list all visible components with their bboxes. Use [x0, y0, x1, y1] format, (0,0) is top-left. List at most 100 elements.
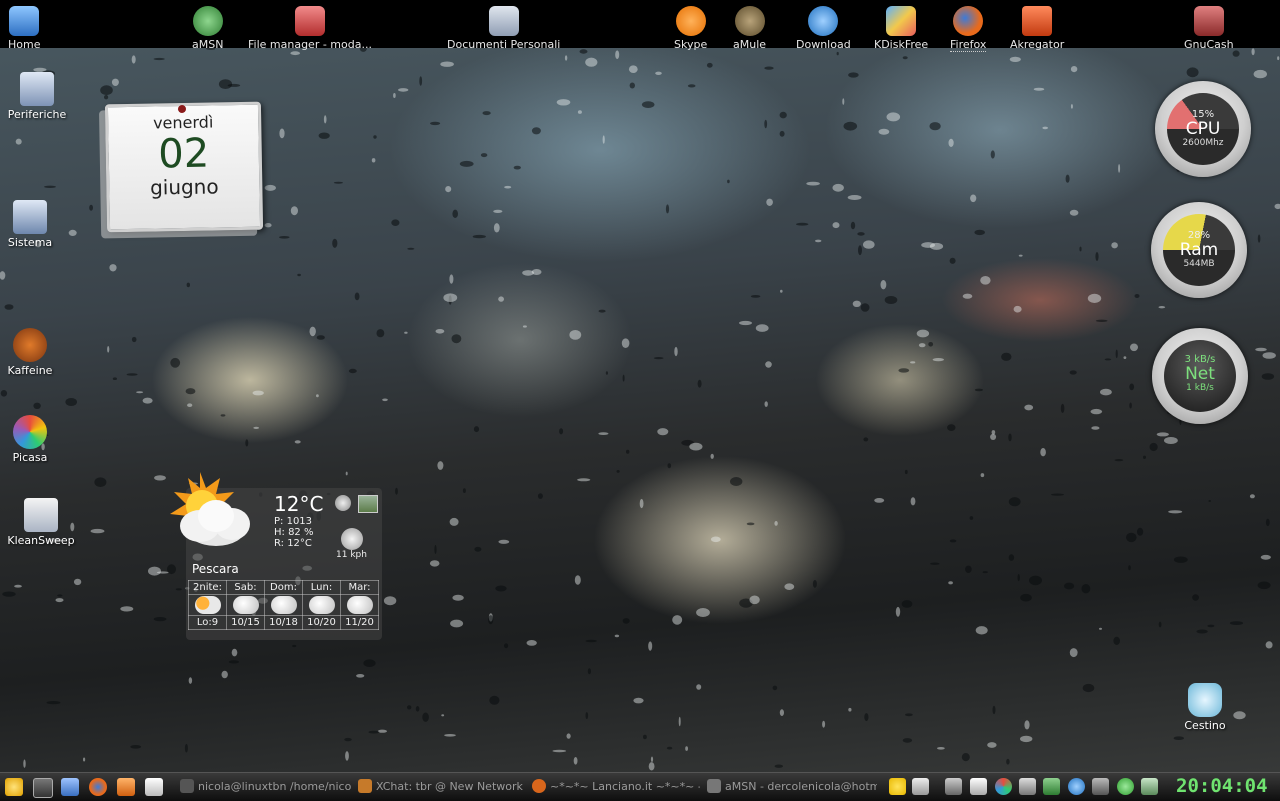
firefox-launcher-icon[interactable] [89, 778, 107, 796]
rain-drop [707, 63, 713, 68]
weather-temperature: 12°C [274, 492, 323, 516]
editor-launcher-icon[interactable] [145, 778, 163, 796]
gnucash-icon [1194, 6, 1224, 36]
skype-shortcut[interactable]: Skype [674, 6, 707, 51]
rain-drop [622, 338, 630, 348]
amule-shortcut[interactable]: aMule [733, 6, 766, 51]
amsn-icon [193, 6, 223, 36]
rain-drop [279, 236, 290, 239]
counter-tray-icon[interactable] [1092, 778, 1109, 795]
download-shortcut[interactable]: Download [796, 6, 851, 51]
gnucash-shortcut[interactable]: GnuCash [1184, 6, 1234, 51]
rain-drop [104, 95, 108, 99]
rain-drop [633, 698, 643, 704]
kdiskfree-icon [886, 6, 916, 36]
picasa-icon [13, 415, 47, 449]
rain-drop [993, 706, 996, 714]
rain-drop [452, 595, 463, 601]
clipboard-tray-icon[interactable] [912, 778, 929, 795]
rain-drop [857, 232, 864, 236]
rain-drop [228, 84, 241, 87]
network-tray-icon[interactable] [945, 778, 962, 795]
task-firefox[interactable]: ~*~*~ Lanciano.it ~*~*~ - I [532, 777, 700, 797]
home-shortcut[interactable]: Home [8, 6, 40, 51]
sistema-shortcut[interactable]: Sistema [0, 200, 65, 249]
akregator-shortcut[interactable]: Akregator [1010, 6, 1064, 51]
rain-drop [1164, 437, 1178, 444]
check-tray-icon[interactable] [1117, 778, 1134, 795]
smiley-tray-icon[interactable] [889, 778, 906, 795]
apps-tray-icon[interactable] [995, 778, 1012, 795]
update-tray-icon[interactable] [1043, 778, 1060, 795]
clock[interactable]: 20:04:04 [1176, 775, 1268, 797]
kdiskfree-shortcut[interactable]: KDiskFree [874, 6, 928, 51]
rain-drop [983, 571, 988, 573]
rain-drop [948, 581, 953, 584]
rain-drop [83, 758, 85, 762]
tools-tray-icon[interactable] [1019, 778, 1036, 795]
kaffeine-shortcut[interactable]: Kaffeine [0, 328, 65, 377]
rain-drop [1111, 242, 1118, 248]
rain-drop [1262, 373, 1274, 380]
partly-cloudy-icon [195, 596, 221, 614]
rain-drop [489, 696, 499, 705]
file-manager-shortcut[interactable]: File manager - moda... [248, 6, 372, 51]
amsn-shortcut[interactable]: aMSN [192, 6, 223, 51]
forecast-day: Lun: [303, 581, 341, 595]
picasa-shortcut[interactable]: Picasa [0, 415, 65, 464]
rain-drop [452, 210, 458, 218]
rain-drop [1233, 50, 1240, 56]
net-label: Net [1164, 365, 1236, 383]
rain-drop [440, 61, 454, 66]
task-xchat[interactable]: XChat: tbr @ New Network / [358, 777, 526, 797]
rain-drop [648, 641, 652, 650]
kleansweep-shortcut[interactable]: KleanSweep [6, 498, 76, 547]
rain-drop [16, 139, 22, 145]
firefox-icon [953, 6, 983, 36]
rain-drop [974, 230, 985, 235]
rain-drop [598, 432, 608, 435]
weather-humidity: H: 82 % [274, 527, 313, 538]
rain-drop [1174, 557, 1188, 563]
rain-drop [1261, 555, 1271, 560]
rain-drop [949, 139, 954, 147]
rain-drop [557, 99, 571, 105]
rain-drop [930, 563, 939, 565]
rain-drop [672, 615, 682, 625]
rain-drop [253, 391, 264, 396]
rain-drop [395, 488, 398, 495]
rain-drop [460, 161, 474, 167]
rain-drop [1118, 164, 1120, 173]
rain-drop [796, 223, 808, 226]
akregator-icon [1022, 6, 1052, 36]
rain-drop [47, 701, 61, 704]
rain-drop [574, 757, 578, 765]
rain-drop [780, 131, 785, 137]
rain-cloud-icon [271, 596, 297, 614]
rain-drop [1006, 759, 1009, 765]
rain-drop [113, 377, 117, 380]
rain-drop [120, 606, 133, 611]
rain-drop [1, 390, 7, 397]
rain-drop [1129, 403, 1132, 409]
terminal-launcher-icon[interactable] [33, 778, 53, 798]
rain-drop [483, 111, 491, 115]
map-icon[interactable] [358, 495, 378, 513]
rain-drop [1115, 459, 1124, 461]
documents-shortcut[interactable]: Documenti Personali [447, 6, 560, 51]
xchat-launcher-icon[interactable] [117, 778, 135, 796]
rain-drop [617, 470, 620, 473]
user-tray-icon[interactable] [1141, 778, 1158, 795]
file-manager-launcher-icon[interactable] [61, 778, 79, 796]
task-terminal[interactable]: nicola@linuxtbn /home/nicol [180, 777, 352, 797]
kmenu-star-icon[interactable] [5, 778, 23, 796]
firefox-shortcut[interactable]: Firefox [950, 6, 986, 51]
rain-drop [1082, 584, 1091, 593]
rain-drop [1096, 320, 1108, 322]
globe-tray-icon[interactable] [1068, 778, 1085, 795]
trash-shortcut[interactable]: Cestino [1170, 683, 1240, 732]
periferiche-shortcut[interactable]: Periferiche [2, 72, 72, 121]
xchat-tray-icon[interactable] [970, 778, 987, 795]
globe-icon[interactable] [335, 495, 351, 511]
task-amsn[interactable]: aMSN - dercolenicola@hotm [707, 777, 877, 797]
